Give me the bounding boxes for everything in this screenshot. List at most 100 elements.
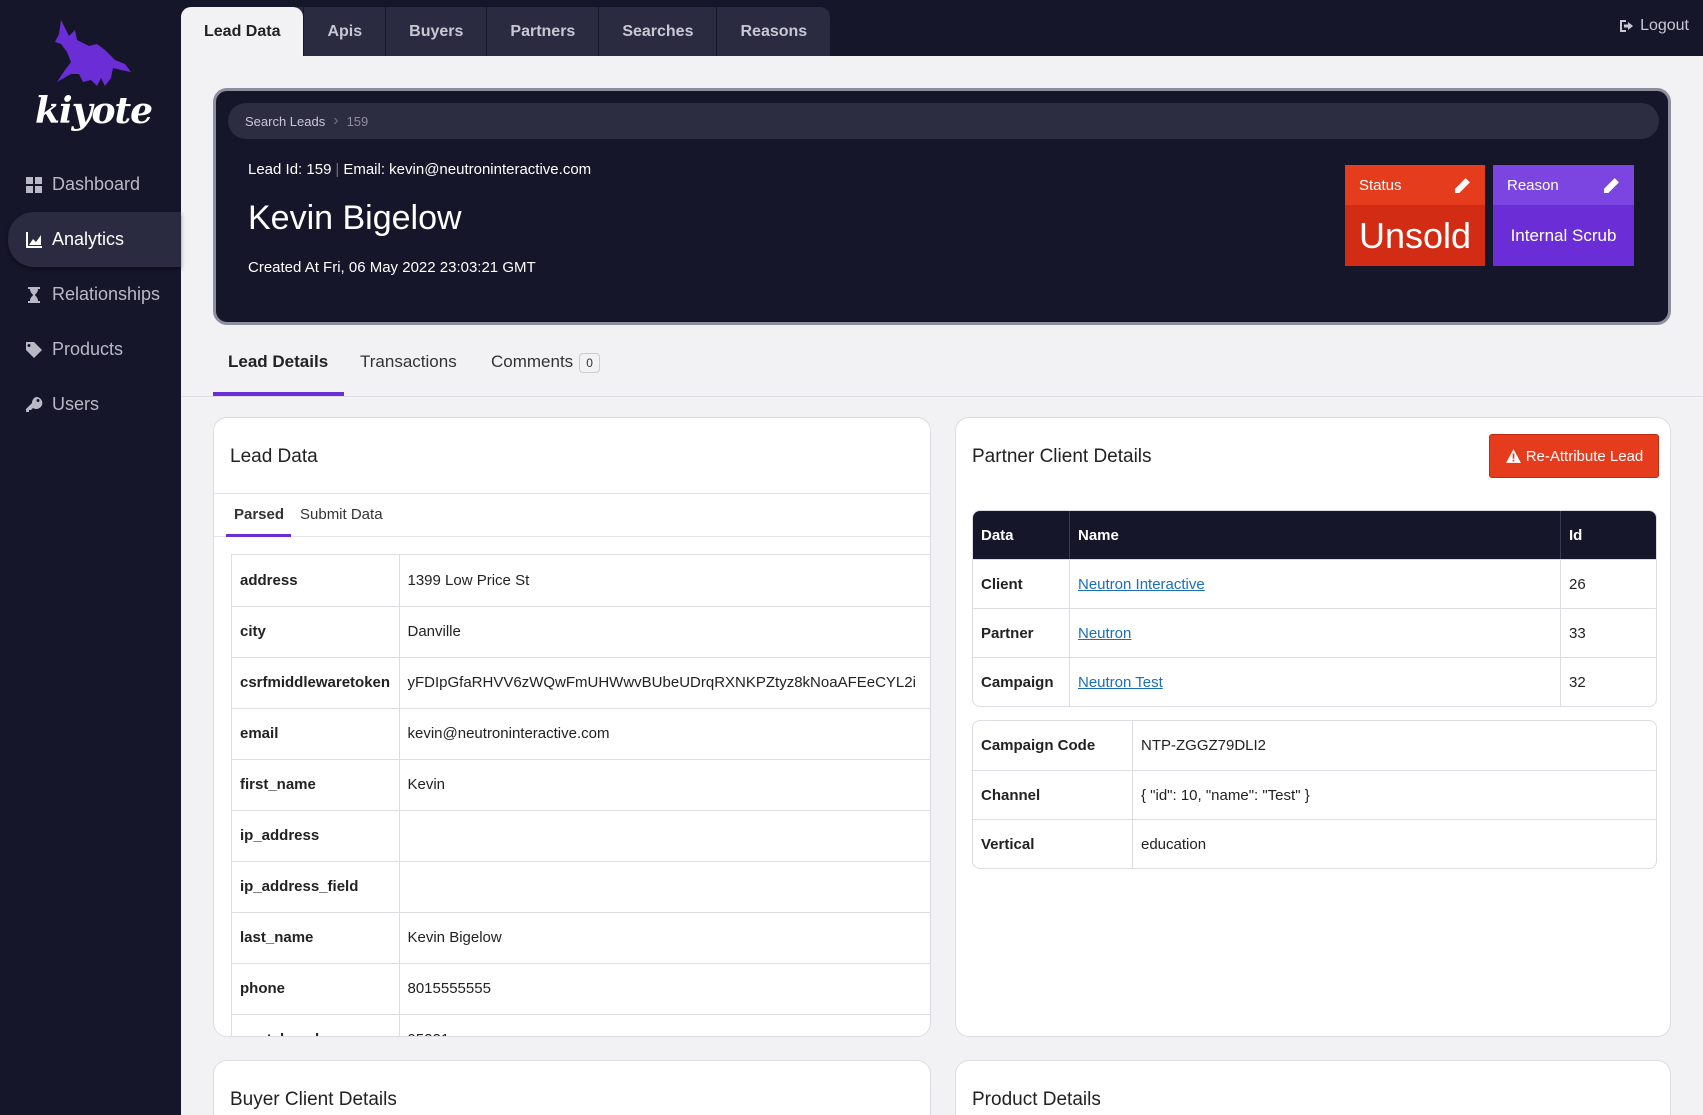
table-row: address 1399 Low Price St	[232, 555, 930, 607]
table-row: postal_code95221	[232, 1014, 930, 1036]
partner-client-card: Partner Client Details Re-Attribute Lead…	[955, 417, 1671, 1037]
field-key: city	[232, 606, 400, 658]
sidebar-item-products[interactable]: Products	[0, 322, 181, 377]
table-row: ip_address_field	[232, 861, 930, 913]
tab-transactions[interactable]: Transactions	[360, 352, 457, 372]
table-row: first_name Kevin	[232, 759, 930, 811]
detail-key: Campaign Code	[981, 737, 1096, 754]
reason-value: Internal Scrub	[1510, 225, 1617, 245]
chevron-right-icon: ›	[333, 112, 339, 129]
created-at: Created At Fri, 06 May 2022 23:03:21 GMT	[248, 259, 536, 276]
tab-comments[interactable]: Comments 0	[491, 352, 600, 373]
column-header-id: Id	[1560, 511, 1656, 559]
field-value: Danville	[399, 606, 930, 658]
product-details-title: Product Details	[972, 1089, 1101, 1110]
table-row: csrfmiddlewaretoken yFDIpGfaRHVV6zWQwFmUH…	[232, 657, 930, 709]
table-row: email kevin@neutroninteractive.com	[232, 708, 930, 760]
sidebar-item-relationships[interactable]: Relationships	[0, 267, 181, 322]
table-header-row: Data Name Id	[973, 511, 1656, 559]
row-name-cell: Neutron	[1069, 608, 1560, 657]
column-header-name: Name	[1069, 511, 1560, 559]
reason-header: Reason	[1493, 165, 1634, 205]
table-row: Partner Neutron 33	[973, 608, 1656, 657]
logout-label: Logout	[1640, 17, 1689, 34]
field-value: Kevin Bigelow	[399, 912, 930, 964]
breadcrumb: Search Leads › 159	[228, 103, 1659, 139]
table-row: last_name Kevin Bigelow	[232, 912, 930, 964]
tab-lead-details[interactable]: Lead Details	[228, 352, 328, 372]
row-id: 33	[1560, 608, 1656, 657]
active-subtab-indicator	[226, 534, 291, 537]
status-label: Status	[1359, 176, 1402, 194]
field-value: yFDIpGfaRHVV6zWQwFmUHWwvBUbeUDrqRXNKPZty…	[399, 657, 930, 709]
logout-button[interactable]: Logout	[1619, 17, 1689, 35]
campaign-details-table: Campaign Code NTP-ZGGZ79DLI2 Channel{ "id…	[972, 720, 1657, 869]
row-name-cell: Neutron Interactive	[1069, 559, 1560, 608]
field-value: 1399 Low Price St	[399, 555, 930, 607]
meta-divider: |	[335, 161, 340, 178]
lead-data-table-scroll[interactable]: address 1399 Low Price St city Danville cs…	[231, 554, 930, 1036]
table-row: ip_address	[232, 810, 930, 862]
tab-buyers[interactable]: Buyers	[385, 7, 486, 56]
pencil-icon[interactable]	[1454, 177, 1471, 194]
re-attribute-lead-button[interactable]: Re-Attribute Lead	[1489, 434, 1659, 478]
buyer-client-card: Buyer Client Details	[213, 1060, 931, 1115]
table-row: Vertical education	[973, 819, 1656, 868]
detail-value: education	[1132, 819, 1656, 868]
lead-name: Kevin Bigelow	[248, 199, 462, 237]
status-header: Status	[1345, 165, 1485, 205]
comments-count-badge: 0	[579, 352, 600, 373]
sidebar-item-users[interactable]: Users	[0, 377, 181, 432]
partner-link[interactable]: Neutron	[1078, 625, 1131, 642]
chart-icon	[24, 230, 44, 250]
key-icon	[24, 395, 44, 415]
top-nav-bar: Lead Data Apis Buyers Partners Searches …	[181, 0, 1703, 56]
subtab-parsed[interactable]: Parsed	[234, 506, 284, 523]
reason-box: Reason Internal Scrub	[1493, 165, 1634, 266]
row-label: Campaign	[973, 657, 1069, 706]
coyote-icon	[55, 20, 131, 86]
table-row: phone 8015555555	[232, 963, 930, 1015]
detail-value: { "id": 10, "name": "Test" }	[1132, 770, 1656, 819]
tab-partners[interactable]: Partners	[486, 7, 598, 56]
tag-icon	[24, 340, 44, 360]
tab-reasons[interactable]: Reasons	[716, 7, 830, 56]
tab-apis[interactable]: Apis	[303, 7, 385, 56]
table-row: Campaign Code NTP-ZGGZ79DLI2	[973, 721, 1656, 770]
tab-searches[interactable]: Searches	[598, 7, 716, 56]
tab-lead-data[interactable]: Lead Data	[181, 7, 304, 56]
hourglass-icon	[24, 285, 44, 305]
row-label: Client	[973, 559, 1069, 608]
sidebar-nav: Dashboard Analytics Relationships Produc…	[0, 157, 181, 432]
sidebar-item-analytics[interactable]: Analytics	[8, 212, 181, 267]
partner-client-table: Data Name Id Client Neutron Interactive …	[972, 510, 1657, 707]
field-key: ip_address_field	[232, 861, 400, 913]
field-key: first_name	[232, 759, 400, 811]
detail-key: Channel	[973, 770, 1132, 819]
campaign-link[interactable]: Neutron Test	[1078, 674, 1163, 691]
sidebar-item-label: Products	[52, 339, 124, 359]
field-key: csrfmiddlewaretoken	[232, 657, 400, 709]
detail-key: Vertical	[973, 819, 1132, 868]
sidebar-item-dashboard[interactable]: Dashboard	[0, 157, 181, 212]
kiyote-logo[interactable]: kiyote	[35, 16, 153, 136]
lead-email: Email: kevin@neutroninteractive.com	[343, 161, 592, 178]
row-label: Partner	[973, 608, 1069, 657]
client-link[interactable]: Neutron Interactive	[1078, 576, 1205, 593]
breadcrumb-search-leads[interactable]: Search Leads	[245, 114, 325, 129]
lead-header-card: Search Leads › 159 Lead Id: 159 | Email: k…	[213, 88, 1671, 325]
subtab-submit-data[interactable]: Submit Data	[300, 506, 383, 523]
buyer-client-title: Buyer Client Details	[230, 1089, 397, 1110]
section-tabs: Lead Details Transactions Comments 0	[181, 340, 1703, 397]
pencil-icon[interactable]	[1603, 177, 1620, 194]
column-header-data: Data	[973, 511, 1069, 559]
field-key: address	[232, 555, 400, 607]
sidebar-item-label: Users	[52, 394, 100, 414]
field-value: Kevin	[399, 759, 930, 811]
reason-label: Reason	[1507, 176, 1559, 194]
sidebar-item-label: Dashboard	[52, 174, 141, 194]
field-value: 8015555555	[399, 963, 930, 1015]
field-value: 95221	[399, 1014, 930, 1036]
warning-icon	[1505, 448, 1521, 463]
re-attribute-label: Re-Attribute Lead	[1525, 447, 1644, 465]
